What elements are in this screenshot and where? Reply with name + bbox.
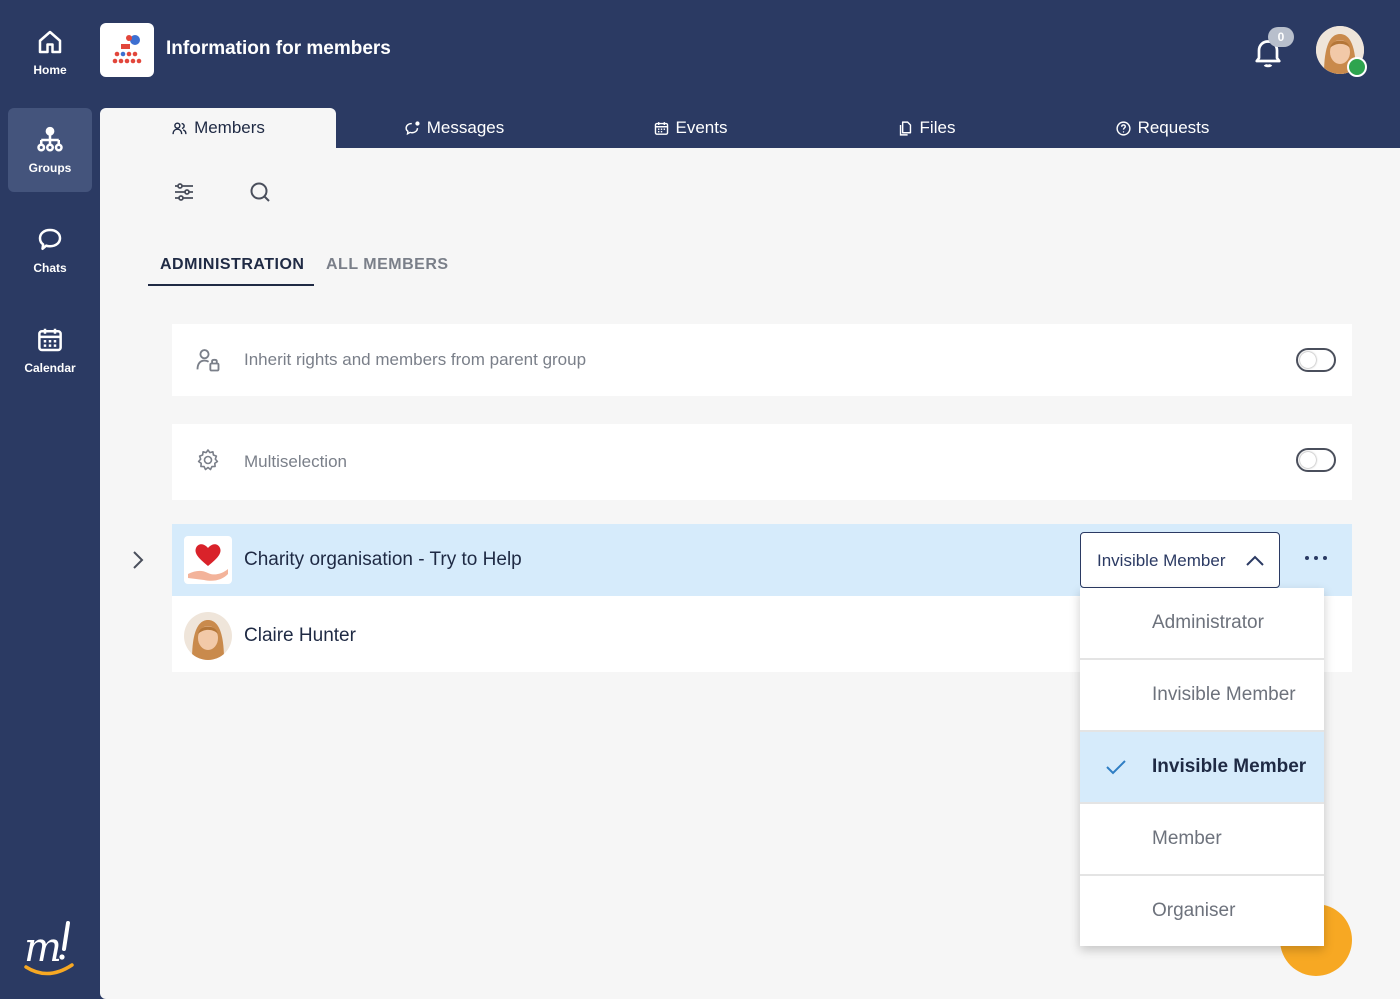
members-icon <box>172 121 187 134</box>
heart-hand-icon <box>188 544 228 581</box>
sidebar-item-label: Home <box>33 63 67 77</box>
sidebar-item-chats[interactable]: Chats <box>8 208 92 292</box>
svg-text:m: m <box>24 925 62 971</box>
notification-badge: 0 <box>1268 27 1294 47</box>
home-icon <box>38 30 62 54</box>
tab-label: Members <box>194 118 265 137</box>
dropdown-option-label: Member <box>1152 828 1222 849</box>
tab-members[interactable]: Members <box>100 108 336 148</box>
multiselection-label: Multiselection <box>244 452 347 471</box>
messages-icon <box>405 120 420 135</box>
inherit-rights-toggle[interactable] <box>1296 348 1336 372</box>
checkmark-icon <box>1106 760 1126 775</box>
user-avatar-icon <box>184 612 232 660</box>
role-dropdown: Administrator Invisible Member Invisible… <box>1080 588 1324 946</box>
online-status-icon <box>1347 57 1367 77</box>
group-logo-icon <box>112 35 142 64</box>
multiselection-row: Multiselection <box>172 424 1352 500</box>
tab-bar: Members Messages Events Files Requests <box>100 108 1400 148</box>
chevron-up-icon <box>1246 555 1264 566</box>
dropdown-option-label: Administrator <box>1152 612 1264 633</box>
chevron-right-icon[interactable] <box>130 548 146 572</box>
dropdown-option-label: Invisible Member <box>1152 756 1307 777</box>
sidebar-item-groups[interactable]: Groups <box>8 108 92 192</box>
inherit-rights-row: Inherit rights and members from parent g… <box>172 324 1352 396</box>
tab-label: Requests <box>1137 118 1210 137</box>
dropdown-option[interactable]: Organiser <box>1080 876 1324 946</box>
multiselection-toggle[interactable] <box>1296 448 1336 472</box>
calendar-icon <box>38 328 62 352</box>
brand-logo-icon: m <box>24 921 74 976</box>
main-content: ADMINISTRATION ALL MEMBERS Inherit right… <box>100 148 1400 999</box>
dropdown-option[interactable]: Invisible Member <box>1080 660 1324 730</box>
dropdown-option[interactable]: Member <box>1080 804 1324 874</box>
avatar <box>184 612 232 660</box>
files-icon <box>899 120 911 136</box>
groups-icon <box>37 126 63 152</box>
filter-sliders-icon[interactable] <box>172 180 196 204</box>
tab-label: Files <box>919 118 956 137</box>
role-select[interactable]: Invisible Member <box>1080 532 1280 588</box>
dropdown-option-label: Organiser <box>1152 900 1236 921</box>
tab-files[interactable]: Files <box>808 108 1044 148</box>
sidebar: Home Groups Chats Calendar m <box>0 0 100 999</box>
member-name: Claire Hunter <box>244 625 356 646</box>
subtab-administration[interactable]: ADMINISTRATION <box>160 256 304 274</box>
chat-bubble-icon <box>38 228 62 250</box>
tab-requests[interactable]: Requests <box>1044 108 1280 148</box>
sidebar-item-calendar[interactable]: Calendar <box>8 308 92 392</box>
tab-messages[interactable]: Messages <box>336 108 572 148</box>
more-options-icon[interactable] <box>1302 546 1330 570</box>
sidebar-item-label: Groups <box>28 161 72 175</box>
sidebar-item-home[interactable]: Home <box>8 10 92 94</box>
tab-label: Messages <box>426 118 505 137</box>
dropdown-option-selected[interactable]: Invisible Member <box>1080 732 1324 802</box>
dropdown-option[interactable]: Administrator <box>1080 588 1324 658</box>
dropdown-option-label: Invisible Member <box>1152 684 1296 705</box>
gear-icon <box>197 449 219 471</box>
group-logo <box>100 23 154 77</box>
tab-events[interactable]: Events <box>572 108 808 148</box>
user-lock-icon <box>196 349 220 372</box>
sidebar-item-label: Chats <box>33 261 67 275</box>
avatar <box>184 536 232 584</box>
calendar-icon <box>654 121 668 135</box>
role-select-value: Invisible Member <box>1097 551 1226 570</box>
member-name: Charity organisation - Try to Help <box>244 549 522 570</box>
page-title: Information for members <box>166 38 391 59</box>
subtab-underline <box>148 284 314 286</box>
help-circle-icon <box>1115 120 1131 136</box>
tab-label: Events <box>675 118 728 137</box>
sidebar-item-label: Calendar <box>24 361 76 375</box>
inherit-rights-label: Inherit rights and members from parent g… <box>244 350 587 369</box>
search-icon[interactable] <box>248 180 272 204</box>
subtab-all-members[interactable]: ALL MEMBERS <box>326 256 449 274</box>
